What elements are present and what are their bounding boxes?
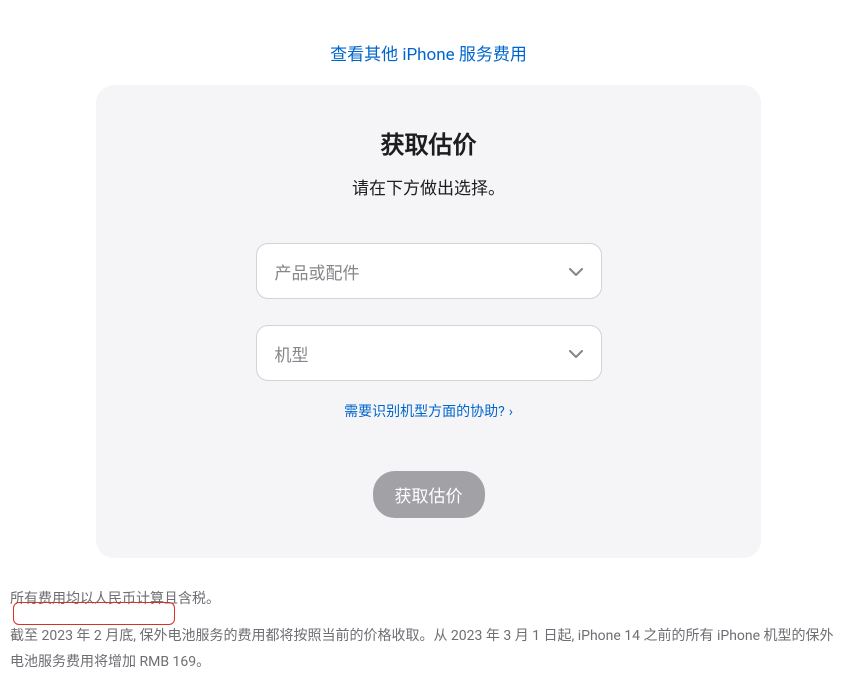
chevron-right-icon: › [509, 404, 513, 420]
product-select-placeholder: 产品或配件 [275, 259, 360, 284]
model-select-placeholder: 机型 [275, 341, 309, 366]
model-help-link-label: 需要识别机型方面的协助? [344, 404, 505, 420]
model-select-row: 机型 [256, 325, 602, 381]
card-subtitle: 请在下方做出选择。 [146, 174, 711, 199]
other-services-link[interactable]: 查看其他 iPhone 服务费用 [330, 45, 527, 65]
chevron-down-icon [569, 261, 583, 281]
help-link-row: 需要识别机型方面的协助?› [146, 401, 711, 421]
footnotes: 所有费用均以人民币计算且含税。 截至 2023 年 2 月底, 保外电池服务的费… [10, 586, 847, 676]
top-link-row: 查看其他 iPhone 服务费用 [0, 0, 857, 85]
model-select[interactable]: 机型 [256, 325, 602, 381]
product-select-row: 产品或配件 [256, 243, 602, 299]
card-title: 获取估价 [146, 125, 711, 160]
product-select[interactable]: 产品或配件 [256, 243, 602, 299]
model-help-link[interactable]: 需要识别机型方面的协助?› [344, 404, 513, 420]
get-estimate-button[interactable]: 获取估价 [373, 471, 485, 518]
footnote-price-change: 截至 2023 年 2 月底, 保外电池服务的费用都将按照当前的价格收取。从 2… [10, 623, 847, 676]
footnote-tax: 所有费用均以人民币计算且含税。 [10, 586, 847, 613]
chevron-down-icon [569, 343, 583, 363]
estimate-card: 获取估价 请在下方做出选择。 产品或配件 机型 需要识别机型方面的协助?› 获取… [96, 85, 761, 558]
